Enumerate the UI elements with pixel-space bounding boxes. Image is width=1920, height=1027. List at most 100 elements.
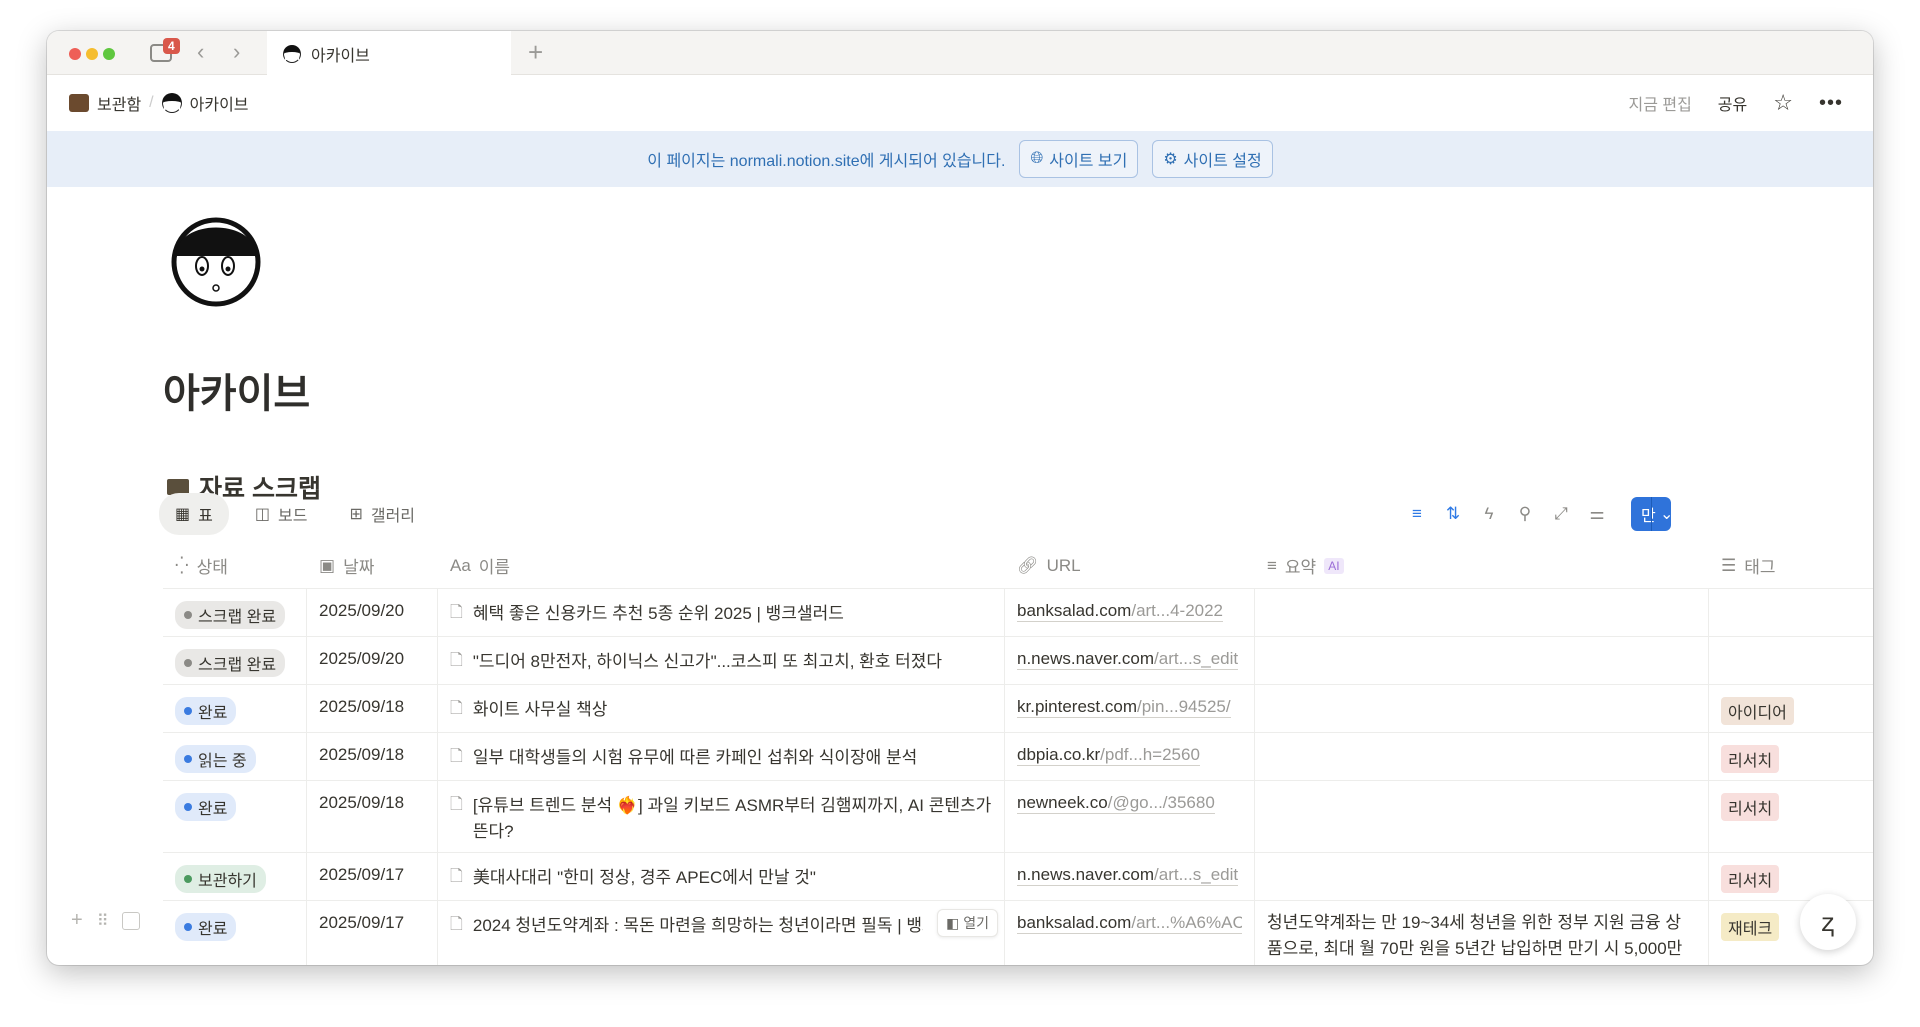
name-cell[interactable]: 🗋 혜택 좋은 신용카드 추천 5종 순위 2025 | 뱅크샐러드 [438,589,1005,636]
date-cell[interactable]: 2025/09/20 [307,637,438,684]
column-status[interactable]: ⁛ 상태 [163,553,307,578]
page-icon-face[interactable] [170,208,262,310]
tab-gallery[interactable]: ⊞ 갤러리 [333,493,431,535]
table-row[interactable]: 읽는 중 2025/09/18 🗋 일부 대학생들의 시험 유무에 따른 카페인 … [163,733,1873,781]
date-cell[interactable]: 2025/09/18 [307,685,438,732]
date-cell[interactable]: 2025/09/18 [307,781,438,852]
site-settings-button[interactable]: ⚙ 사이트 설정 [1152,140,1273,178]
help-button[interactable]: ⱬ [1800,894,1856,950]
table-row[interactable]: 완료 2025/09/18 🗋 화이트 사무실 책상 kr.pinterest.c… [163,685,1873,733]
breadcrumb-current[interactable]: 아카이브 [190,91,249,115]
view-site-button[interactable]: 🌐︎ 사이트 보기 [1019,140,1139,178]
tab-board[interactable]: ◫ 보드 [239,493,324,535]
row-title[interactable]: 혜택 좋은 신용카드 추천 5종 순위 2025 | 뱅크샐러드 [473,601,844,627]
column-url[interactable]: 🔗︎ URL [1005,556,1255,576]
tags-cell[interactable]: 아이디어 [1709,685,1873,732]
summary-cell[interactable] [1255,781,1709,852]
table-row[interactable]: 완료 2025/09/17 🗋 2024 청년도약계좌 : 목돈 마련을 희망하는… [163,901,1873,965]
minimize-window-button[interactable] [86,48,98,60]
row-title[interactable]: 일부 대학생들의 시험 유무에 따른 카페인 섭취와 식이장애 분석 [473,745,917,771]
column-tags[interactable]: ☰ 태그 [1709,553,1873,578]
status-cell[interactable]: 보관하기 [163,853,307,900]
site-link[interactable]: normali.notion.site [730,153,860,170]
column-name[interactable]: Aa 이름 [438,553,1005,578]
forward-icon[interactable]: › [233,39,240,65]
date-cell[interactable]: 2025/09/17 [307,853,438,900]
url-cell[interactable]: newneek.co/@go.../35680 [1005,781,1255,852]
back-icon[interactable]: ‹ [197,39,204,65]
expand-icon[interactable]: ⤢ [1551,504,1571,524]
more-icon[interactable]: ••• [1819,92,1843,115]
name-cell[interactable]: 🗋 일부 대학생들의 시험 유무에 따른 카페인 섭취와 식이장애 분석 [438,733,1005,780]
table-row[interactable]: 완료 2025/09/18 🗋 [유튜브 트렌드 분석 ❤️‍🔥] 과일 키보드 … [163,781,1873,853]
tags-cell[interactable]: 리서치 [1709,733,1873,780]
row-title[interactable]: [유튜브 트렌드 분석 ❤️‍🔥] 과일 키보드 ASMR부터 김햄찌까지, A… [473,793,992,845]
summary-cell[interactable] [1255,589,1709,636]
url-cell[interactable]: dbpia.co.kr/pdf...h=2560 [1005,733,1255,780]
summary-cell[interactable] [1255,685,1709,732]
name-cell[interactable]: 🗋 화이트 사무실 책상 [438,685,1005,732]
status-cell[interactable]: 완료 [163,901,307,965]
status-cell[interactable]: 읽는 중 [163,733,307,780]
search-icon[interactable]: ⚲ [1515,504,1535,524]
page-title[interactable]: 아카이브 [163,361,310,419]
tags-cell[interactable]: 리서치 [1709,853,1873,900]
row-title[interactable]: "드디어 8만전자, 하이닉스 신고가"...코스피 또 최고치, 환호 터졌다 [473,649,942,675]
url-link[interactable]: banksalad.com/art...%A6%AC [1017,913,1242,934]
table-row[interactable]: 보관하기 2025/09/17 🗋 美대사대리 "한미 정상, 경주 APEC에서… [163,853,1873,901]
url-link[interactable]: n.news.naver.com/art...s_edit [1017,865,1239,886]
date-cell[interactable]: 2025/09/20 [307,589,438,636]
filter-icon[interactable]: ≡ [1407,504,1427,524]
settings-sliders-icon[interactable]: ⚌ [1587,504,1607,524]
star-icon[interactable]: ☆ [1773,90,1793,116]
url-link[interactable]: kr.pinterest.com/pin...94525/ [1017,697,1231,718]
summary-cell[interactable] [1255,637,1709,684]
summary-cell[interactable] [1255,733,1709,780]
close-window-button[interactable] [69,48,81,60]
chevron-down-icon[interactable]: ⌄ [1651,497,1673,531]
date-cell[interactable]: 2025/09/17 [307,901,438,965]
name-cell[interactable]: 🗋 2024 청년도약계좌 : 목돈 마련을 희망하는 청년이라면 필독 | 뱅크… [438,901,1005,965]
automation-icon[interactable]: ϟ [1479,504,1499,524]
row-checkbox[interactable] [122,911,141,930]
url-cell[interactable]: n.news.naver.com/art...s_edit [1005,637,1255,684]
name-cell[interactable]: 🗋 "드디어 8만전자, 하이닉스 신고가"...코스피 또 최고치, 환호 터졌… [438,637,1005,684]
url-link[interactable]: dbpia.co.kr/pdf...h=2560 [1017,745,1200,766]
name-cell[interactable]: 🗋 [유튜브 트렌드 분석 ❤️‍🔥] 과일 키보드 ASMR부터 김햄찌까지, … [438,781,1005,852]
share-button[interactable]: 공유 [1718,91,1747,115]
zoom-window-button[interactable] [103,48,115,60]
summary-cell[interactable]: 청년도약계좌는 만 19~34세 청년을 위한 정부 지원 금융 상품으로, 최… [1255,901,1709,965]
summary-cell[interactable] [1255,853,1709,900]
column-date[interactable]: ▣ 날짜 [307,553,438,578]
table-row[interactable]: 스크랩 완료 2025/09/20 🗋 "드디어 8만전자, 하이닉스 신고가".… [163,637,1873,685]
tags-cell[interactable] [1709,637,1873,684]
url-link[interactable]: banksalad.com/art...4-2022 [1017,601,1224,622]
column-summary[interactable]: ≡ 요약 AI [1255,553,1709,578]
url-cell[interactable]: kr.pinterest.com/pin...94525/ [1005,685,1255,732]
url-cell[interactable]: banksalad.com/art...%A6%AC [1005,901,1255,965]
drag-handle-icon[interactable]: ⠿ [97,911,109,931]
table-row[interactable]: 스크랩 완료 2025/09/20 🗋 혜택 좋은 신용카드 추천 5종 순위 2… [163,589,1873,637]
url-cell[interactable]: n.news.naver.com/art...s_edit [1005,853,1255,900]
open-row-button[interactable]: ◧ 열기 [937,909,998,937]
name-cell[interactable]: 🗋 美대사대리 "한미 정상, 경주 APEC에서 만날 것" [438,853,1005,900]
sort-icon[interactable]: ⇅ [1443,504,1463,524]
new-tab-button[interactable]: + [528,37,543,68]
status-cell[interactable]: 스크랩 완료 [163,589,307,636]
row-title[interactable]: 2024 청년도약계좌 : 목돈 마련을 희망하는 청년이라면 필독 | 뱅크 [473,913,923,939]
breadcrumb-parent[interactable]: 보관함 [97,91,141,115]
url-link[interactable]: n.news.naver.com/art...s_edit [1017,649,1239,670]
edit-now-button[interactable]: 지금 편집 [1628,91,1691,115]
row-title[interactable]: 美대사대리 "한미 정상, 경주 APEC에서 만날 것" [473,865,816,891]
status-cell[interactable]: 완료 [163,685,307,732]
tab-table[interactable]: ▦ 표 [159,493,229,535]
url-link[interactable]: newneek.co/@go.../35680 [1017,793,1215,814]
status-cell[interactable]: 스크랩 완료 [163,637,307,684]
row-title[interactable]: 화이트 사무실 책상 [473,697,608,723]
status-cell[interactable]: 완료 [163,781,307,852]
tags-cell[interactable] [1709,589,1873,636]
tags-cell[interactable]: 리서치 [1709,781,1873,852]
date-cell[interactable]: 2025/09/18 [307,733,438,780]
new-button[interactable]: 새로 만들기 ⌄ [1631,460,1673,573]
url-cell[interactable]: banksalad.com/art...4-2022 [1005,589,1255,636]
